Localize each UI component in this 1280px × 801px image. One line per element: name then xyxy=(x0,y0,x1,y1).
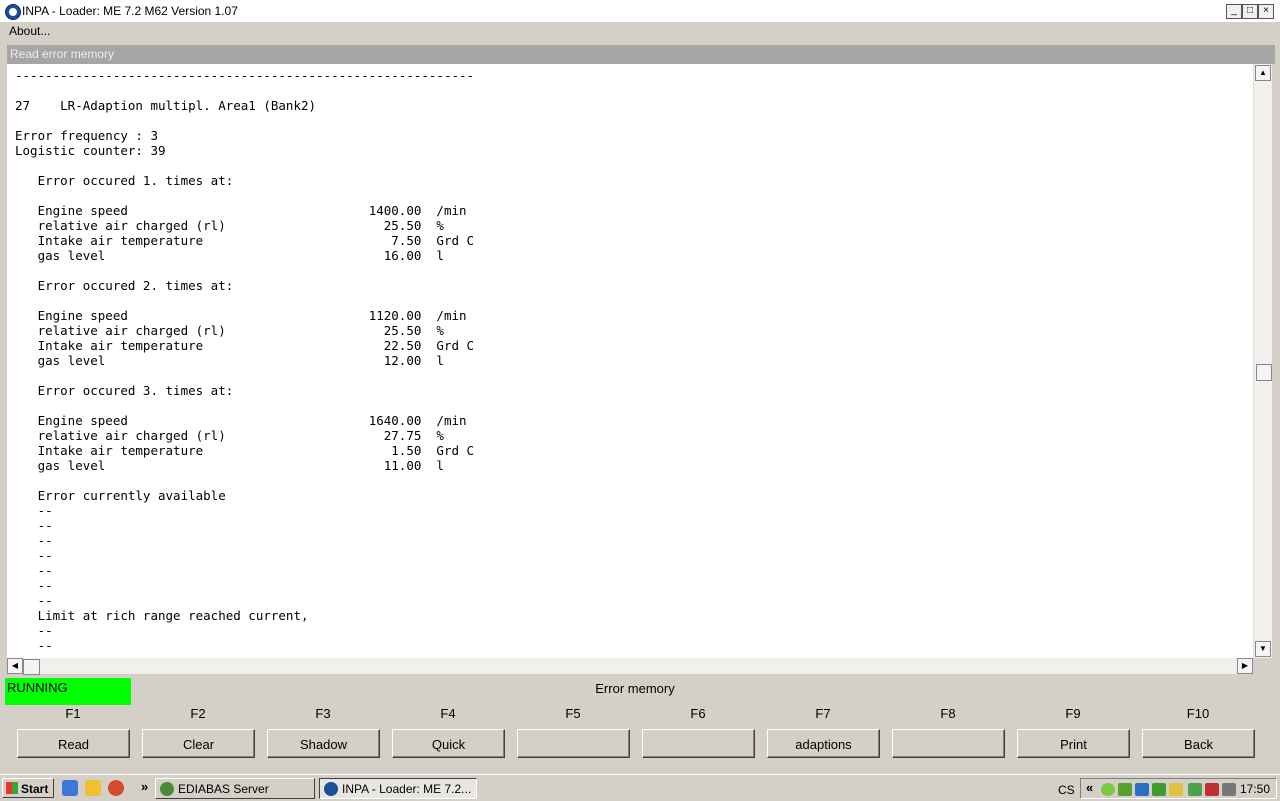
system-tray: « 17:50 xyxy=(1080,778,1277,799)
ediabas-icon xyxy=(160,782,174,796)
back-button[interactable]: Back xyxy=(1142,729,1255,758)
clear-button[interactable]: Clear xyxy=(142,729,255,758)
f5-button[interactable] xyxy=(517,729,630,758)
horizontal-scroll-thumb[interactable] xyxy=(23,659,40,675)
start-label: Start xyxy=(21,782,49,796)
scroll-right-button[interactable]: ▶ xyxy=(1237,658,1253,674)
f8-button[interactable] xyxy=(892,729,1005,758)
task-ediabas-server[interactable]: EDIABAS Server xyxy=(155,778,315,799)
shadow-button[interactable]: Shadow xyxy=(267,729,380,758)
tray-utility-icon[interactable] xyxy=(1169,783,1183,796)
start-button[interactable]: Start xyxy=(2,778,54,798)
fkey-label-f6: F6 xyxy=(690,706,706,721)
quick-button[interactable]: Quick xyxy=(392,729,505,758)
screen-title: Error memory xyxy=(595,681,675,696)
scroll-left-button[interactable]: ◀ xyxy=(7,658,23,674)
network-disconnected-icon[interactable] xyxy=(1205,783,1219,796)
quicklaunch-chevron-icon[interactable]: » xyxy=(141,779,148,794)
section-header: Read error memory xyxy=(7,45,1275,64)
bmw-app-icon xyxy=(5,4,21,20)
status-text: RUNNING xyxy=(7,680,68,695)
language-indicator[interactable]: CS xyxy=(1058,783,1075,797)
menu-bar: About... xyxy=(0,22,1280,41)
fkey-label-f2: F2 xyxy=(190,706,206,721)
clock[interactable]: 17:50 xyxy=(1240,782,1270,796)
title-bar: INPA - Loader: ME 7.2 M62 Version 1.07 _… xyxy=(0,0,1280,23)
network-icon[interactable] xyxy=(1101,783,1115,796)
fkey-label-f9: F9 xyxy=(1065,706,1081,721)
task-label: INPA - Loader: ME 7.2... xyxy=(342,782,472,796)
f6-button[interactable] xyxy=(642,729,755,758)
media-player-icon[interactable] xyxy=(62,780,78,796)
volume-icon[interactable] xyxy=(1222,783,1236,796)
security-icon[interactable] xyxy=(1118,783,1132,796)
section-title: Read error memory xyxy=(10,47,115,61)
maximize-button[interactable]: □ xyxy=(1242,4,1258,19)
task-label: EDIABAS Server xyxy=(178,782,269,796)
firefox-icon[interactable] xyxy=(108,780,124,796)
status-indicator: RUNNING xyxy=(5,678,131,705)
window-title: INPA - Loader: ME 7.2 M62 Version 1.07 xyxy=(22,4,238,18)
fkey-label-f8: F8 xyxy=(940,706,956,721)
output-text: ----------------------------------------… xyxy=(15,68,475,653)
output-panel[interactable]: ----------------------------------------… xyxy=(7,64,1253,658)
scroll-up-button[interactable]: ▲ xyxy=(1255,65,1271,81)
fkey-label-f4: F4 xyxy=(440,706,456,721)
task-inpa-loader[interactable]: INPA - Loader: ME 7.2... xyxy=(319,778,477,799)
scroll-down-button[interactable]: ▼ xyxy=(1255,641,1271,657)
horizontal-scrollbar[interactable]: ◀ ▶ xyxy=(7,658,1253,675)
close-button[interactable]: × xyxy=(1258,4,1274,19)
vertical-scrollbar[interactable]: ▲ ▼ xyxy=(1253,64,1272,658)
print-button[interactable]: Print xyxy=(1017,729,1130,758)
usb-device-icon[interactable] xyxy=(1188,783,1202,796)
fkey-label-f1: F1 xyxy=(65,706,81,721)
adaptions-button[interactable]: adaptions xyxy=(767,729,880,758)
safely-remove-icon[interactable] xyxy=(1152,783,1166,796)
messenger-icon[interactable] xyxy=(85,780,101,796)
tray-expand-icon[interactable]: « xyxy=(1086,780,1093,795)
bmw-task-icon xyxy=(324,782,338,796)
fkey-label-f5: F5 xyxy=(565,706,581,721)
fkey-label-f3: F3 xyxy=(315,706,331,721)
minimize-button[interactable]: _ xyxy=(1226,4,1242,19)
read-button[interactable]: Read xyxy=(17,729,130,758)
menu-about[interactable]: About... xyxy=(9,24,50,38)
windows-logo-icon xyxy=(6,782,18,794)
fkey-label-f10: F10 xyxy=(1186,706,1210,721)
tray-app-icon[interactable] xyxy=(1135,783,1149,796)
fkey-label-f7: F7 xyxy=(815,706,831,721)
vertical-scroll-thumb[interactable] xyxy=(1256,364,1272,381)
taskbar: Start » EDIABAS Server INPA - Loader: ME… xyxy=(0,774,1280,801)
